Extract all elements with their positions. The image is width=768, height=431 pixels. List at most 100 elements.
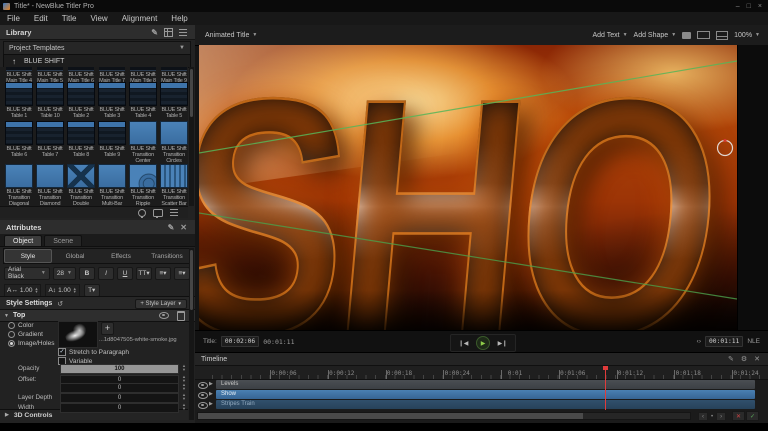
template-item[interactable]: BLUE Shift Transition Double Diamond bbox=[66, 164, 96, 206]
template-item[interactable]: BLUE Shift Transition Ripple bbox=[128, 164, 158, 206]
comment-icon[interactable] bbox=[153, 208, 163, 218]
project-templates-dropdown[interactable]: Project Templates ▼ bbox=[3, 41, 191, 55]
template-thumbnail[interactable] bbox=[36, 82, 64, 106]
collapse-icon[interactable]: ▼ bbox=[0, 313, 13, 319]
template-thumbnail[interactable] bbox=[160, 121, 188, 145]
close-timeline-icon[interactable]: ✕ bbox=[754, 355, 760, 363]
delete-trash-icon[interactable] bbox=[177, 310, 185, 321]
stepper-arrows-icon[interactable]: ▲ ▼ bbox=[182, 393, 186, 400]
list-view-icon[interactable] bbox=[170, 209, 178, 216]
rotation-handle-icon[interactable] bbox=[716, 139, 734, 157]
timeline-zoom-out-button[interactable]: ‹ bbox=[698, 412, 708, 421]
menu-help[interactable]: Help bbox=[164, 14, 194, 23]
play-button[interactable]: ▶ bbox=[476, 336, 490, 350]
menu-alignment[interactable]: Alignment bbox=[115, 14, 165, 23]
track-clip-bar[interactable]: Show bbox=[216, 390, 755, 399]
stepper-arrows-icon[interactable]: ▲ ▼ bbox=[182, 383, 186, 390]
italic-button[interactable]: I bbox=[98, 266, 114, 280]
image-fill-thumbnail[interactable] bbox=[58, 321, 98, 348]
param-field[interactable]: 0 bbox=[60, 393, 179, 403]
stepper-arrows-icon[interactable]: ▲ ▼ bbox=[182, 403, 186, 410]
template-thumbnail[interactable] bbox=[99, 67, 125, 71]
template-thumbnail[interactable] bbox=[5, 121, 33, 145]
fill-radio-gradient[interactable]: Gradient bbox=[8, 331, 43, 338]
add-image-button[interactable]: + bbox=[101, 322, 114, 335]
go-to-start-button[interactable]: ❙◀ bbox=[457, 338, 470, 348]
template-item[interactable]: BLUE Shift Transition Diamond bbox=[35, 164, 65, 206]
underline-button[interactable]: U bbox=[117, 266, 133, 280]
template-thumbnail[interactable] bbox=[160, 164, 188, 188]
bold-button[interactable]: B bbox=[79, 266, 95, 280]
param-field[interactable]: 0 bbox=[60, 403, 179, 413]
template-item[interactable]: BLUE Shift Table 1 bbox=[4, 82, 34, 119]
reset-icon[interactable]: ↺ bbox=[57, 300, 63, 308]
tab-scene[interactable]: Scene bbox=[44, 235, 83, 246]
template-thumbnail[interactable] bbox=[98, 82, 126, 106]
add-text-button[interactable]: Add Text ▼ bbox=[592, 32, 627, 39]
template-item[interactable]: BLUE Shift Table 10 bbox=[35, 82, 65, 119]
attributes-scrollbar[interactable] bbox=[189, 248, 194, 420]
timeline-zoom-handle[interactable]: • bbox=[711, 414, 713, 420]
expand-track-icon[interactable]: ▶ bbox=[209, 391, 213, 397]
template-item[interactable]: BLUE Shift Transition Circles bbox=[159, 121, 188, 165]
playhead[interactable] bbox=[603, 366, 608, 410]
fill-radio-color[interactable]: Color bbox=[8, 322, 34, 329]
font-family-select[interactable]: Arial Black ▼ bbox=[4, 266, 50, 280]
visibility-eye-icon[interactable] bbox=[159, 312, 169, 319]
menu-title[interactable]: Title bbox=[55, 14, 84, 23]
visibility-eye-icon[interactable] bbox=[198, 392, 208, 399]
close-panel-icon[interactable]: ✕ bbox=[180, 223, 187, 232]
menu-file[interactable]: File bbox=[0, 14, 27, 23]
template-thumbnail[interactable] bbox=[5, 164, 33, 188]
safe-area-icon[interactable] bbox=[682, 31, 692, 39]
menu-icon[interactable] bbox=[179, 28, 187, 36]
motion-path-line-lower[interactable] bbox=[199, 212, 737, 300]
template-item[interactable]: BLUE Shift Transition Diagonal bbox=[4, 164, 34, 206]
up-arrow-icon[interactable]: ↑ bbox=[4, 57, 24, 66]
cancel-button[interactable]: ✕ bbox=[732, 411, 745, 421]
rotation-handle-dot[interactable] bbox=[723, 138, 727, 143]
add-style-layer-button[interactable]: + Style Layer ▼ bbox=[135, 298, 187, 309]
template-thumbnail[interactable] bbox=[36, 164, 64, 188]
template-thumbnail[interactable] bbox=[160, 82, 188, 106]
bulb-icon[interactable] bbox=[138, 208, 146, 218]
template-thumbnail[interactable] bbox=[129, 164, 157, 188]
maximize-button[interactable]: □ bbox=[747, 3, 751, 10]
opacity-slider[interactable]: 100 bbox=[60, 364, 179, 374]
zoom-level-select[interactable]: 100% ▼ bbox=[734, 32, 760, 39]
timeline-scrollbar[interactable] bbox=[197, 412, 691, 420]
template-thumbnail[interactable] bbox=[129, 82, 157, 106]
gear-icon[interactable]: ⚙ bbox=[741, 355, 747, 363]
text-options-button[interactable]: T ▾ bbox=[83, 283, 100, 297]
monitor-icon[interactable] bbox=[716, 30, 729, 40]
template-item[interactable]: BLUE Shift Table 2 bbox=[66, 82, 96, 119]
stepper-arrows-icon[interactable]: ▲ ▼ bbox=[182, 364, 186, 371]
expand-track-icon[interactable]: ▶ bbox=[209, 381, 213, 387]
subtab-effects[interactable]: Effects bbox=[98, 249, 144, 263]
loop-range-icon[interactable]: ‹› bbox=[697, 338, 701, 345]
end-timecode[interactable]: 00:01:11 bbox=[705, 336, 744, 347]
pencil-icon[interactable]: ✎ bbox=[728, 355, 734, 363]
motion-path-line-upper[interactable] bbox=[199, 60, 737, 154]
go-to-end-button[interactable]: ▶❙ bbox=[496, 338, 509, 348]
timeline-ruler[interactable]: 0:00:06 0:00:12 0:00:18 0:00:24 0:01 0:01:06 0… bbox=[195, 366, 768, 380]
expand-track-icon[interactable]: ▶ bbox=[209, 401, 213, 407]
menu-view[interactable]: View bbox=[84, 14, 115, 23]
template-thumbnail[interactable] bbox=[129, 121, 157, 145]
add-shape-button[interactable]: Add Shape ▼ bbox=[634, 32, 677, 39]
template-item[interactable]: BLUE Shift Table 8 bbox=[66, 121, 96, 158]
stepper-arrows-icon[interactable]: ▲ ▼ bbox=[182, 375, 186, 382]
timeline-zoom-in-button[interactable]: › bbox=[716, 412, 727, 421]
visibility-eye-icon[interactable] bbox=[198, 402, 208, 409]
checkbox-stretch-to-paragraph[interactable]: ✓ Stretch to Paragraph bbox=[58, 348, 129, 356]
close-button[interactable]: × bbox=[758, 3, 762, 10]
track-clip-bar[interactable]: Stripes Train bbox=[216, 400, 755, 409]
minimize-button[interactable]: – bbox=[736, 3, 740, 10]
param-field[interactable]: 0 bbox=[60, 383, 179, 393]
title-mode-select[interactable]: Animated Title ▼ bbox=[205, 32, 257, 39]
leading-stepper[interactable]: A↕ 1.00 ▲ ▼ bbox=[45, 283, 80, 297]
template-thumbnail[interactable] bbox=[98, 121, 126, 145]
template-thumbnail[interactable] bbox=[67, 164, 95, 188]
template-thumbnail[interactable] bbox=[67, 82, 95, 106]
template-thumbnail[interactable] bbox=[68, 67, 94, 71]
